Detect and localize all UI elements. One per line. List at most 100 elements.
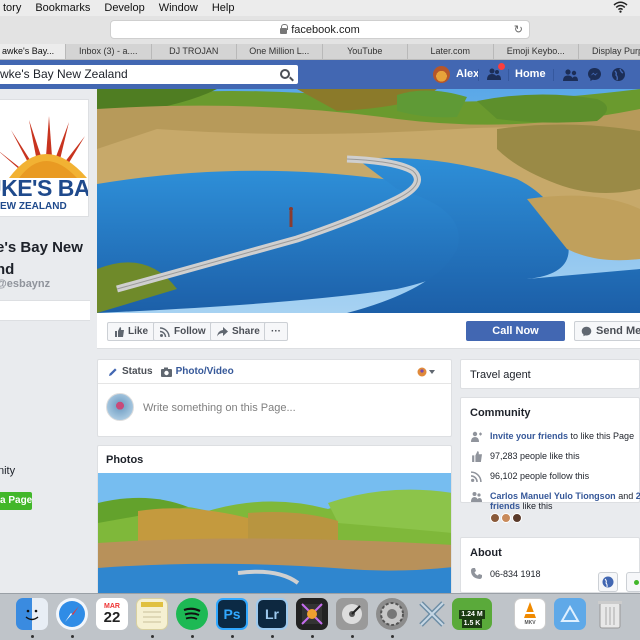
rss-icon	[160, 326, 170, 337]
browser-toolbar: facebook.com ↻	[0, 16, 640, 44]
tab-dj-trojan[interactable]: DJ TROJAN	[152, 44, 237, 59]
tab-status[interactable]: Status	[98, 366, 153, 377]
photo-thumbnail[interactable]	[98, 473, 452, 595]
download-rate: 1.5 K	[461, 619, 483, 628]
avatar[interactable]	[512, 513, 522, 523]
upload-rate: 1.24 M	[459, 610, 485, 619]
profile-name[interactable]: Alex	[456, 68, 479, 80]
friends-tail: like this	[520, 501, 553, 511]
notification-badge	[498, 63, 505, 70]
xcode-icon[interactable]	[416, 598, 448, 630]
search-input[interactable]: wke's Bay New Zealand	[0, 65, 298, 84]
friends-count[interactable]: 2	[636, 491, 640, 501]
invite-friends-link[interactable]: Invite your friends	[490, 431, 568, 441]
photos-title[interactable]: Photos	[106, 454, 143, 466]
send-message-button[interactable]: Send Mes	[574, 321, 640, 341]
landscape-photo	[97, 89, 640, 313]
friend-requests-icon[interactable]	[487, 68, 501, 80]
friends-link[interactable]: friends	[490, 501, 520, 511]
audience-selector-icon[interactable]	[417, 367, 435, 377]
like-button[interactable]: Like	[107, 322, 156, 341]
friend-name-link[interactable]: Carlos Manuel Yulo Tiongson	[490, 491, 616, 501]
calendar-day: 22	[103, 609, 121, 626]
thumbs-up-icon	[472, 451, 482, 462]
send-message-label: Send Mes	[596, 325, 640, 337]
create-page-button[interactable]: a Page	[0, 492, 32, 510]
home-link[interactable]: Home	[515, 68, 546, 80]
globe-button[interactable]	[598, 572, 618, 592]
applications-folder-icon[interactable]	[554, 598, 586, 630]
status-button[interactable]	[626, 572, 640, 592]
address-bar[interactable]: facebook.com ↻	[110, 20, 530, 39]
system-preferences-icon[interactable]	[376, 598, 408, 630]
call-now-button[interactable]: Call Now	[466, 321, 565, 341]
trash-icon[interactable]	[594, 598, 626, 630]
avatar[interactable]	[501, 513, 511, 523]
tab-one-million[interactable]: One Million L...	[237, 44, 323, 59]
friends-like-row: Carlos Manuel Yulo Tiongson and 2 friend…	[471, 491, 640, 523]
share-arrow-icon	[217, 326, 228, 336]
tab-inbox[interactable]: Inbox (3) - a....	[66, 44, 152, 59]
calendar-icon[interactable]: MAR 22	[96, 598, 128, 630]
tab-later[interactable]: Later.com	[408, 44, 494, 59]
menu-window[interactable]: Window	[152, 2, 205, 14]
page-sidebar: UKE'S BAY EW ZEALAND e's Bay New nd @esb…	[0, 89, 95, 589]
search-value: wke's Bay New Zealand	[0, 67, 128, 81]
cover-photo[interactable]	[97, 89, 640, 313]
network-monitor-widget[interactable]: 1.24 M 1.5 K	[452, 598, 492, 630]
composer-input[interactable]: Write something on this Page...	[143, 402, 296, 414]
tab-emoji-keyboard[interactable]: Emoji Keybo...	[494, 44, 579, 59]
wifi-icon[interactable]	[613, 1, 628, 13]
community-title[interactable]: Community	[470, 407, 531, 419]
menu-history[interactable]: tory	[0, 2, 28, 14]
follows-count: 96,102 people follow this	[490, 471, 590, 481]
follow-button[interactable]: Follow	[153, 322, 213, 341]
spotify-icon[interactable]	[176, 598, 208, 630]
avatar[interactable]	[433, 66, 450, 83]
tab-hawkes-bay[interactable]: awke's Bay...	[0, 44, 66, 59]
search-icon[interactable]	[280, 69, 290, 79]
composer-body[interactable]: Write something on this Page...	[98, 384, 451, 436]
page-category[interactable]: Travel agent	[470, 369, 531, 381]
facebook-header: wke's Bay New Zealand Alex Home	[0, 60, 640, 89]
menubar: tory Bookmarks Develop Window Help	[0, 0, 640, 16]
profile-picture[interactable]: UKE'S BAY EW ZEALAND	[0, 99, 89, 217]
finder-icon[interactable]	[16, 598, 48, 630]
page-action-bar: Like Follow Share ··· Call Now Send Mes	[97, 313, 640, 349]
notes-icon[interactable]	[136, 598, 168, 630]
safari-icon[interactable]	[56, 598, 88, 630]
about-title[interactable]: About	[470, 547, 502, 559]
menu-help[interactable]: Help	[205, 2, 242, 14]
phone-icon	[471, 568, 482, 579]
lightroom-icon[interactable]: Lr	[256, 598, 288, 630]
like-label: Like	[128, 326, 149, 337]
friends-icon[interactable]	[563, 67, 578, 82]
tab-photo-video[interactable]: Photo/Video	[153, 366, 234, 377]
running-indicator	[151, 635, 154, 638]
final-cut-icon[interactable]	[296, 598, 328, 630]
post-composer: Status Photo/Video Write something on th…	[97, 359, 452, 437]
phone-number[interactable]: 06-834 1918	[490, 569, 541, 579]
vlc-file-icon[interactable]: MKV	[514, 598, 546, 630]
likes-count: 97,283 people like this	[490, 451, 580, 461]
tab-bar: awke's Bay... Inbox (3) - a.... DJ TROJA…	[0, 44, 640, 60]
invite-row: Invite your friends to like this Page	[471, 431, 640, 442]
more-options-button[interactable]: ···	[264, 322, 288, 341]
tab-youtube[interactable]: YouTube	[323, 44, 408, 59]
menu-develop[interactable]: Develop	[97, 2, 151, 14]
page-username[interactable]: @esbaynz	[0, 278, 50, 290]
running-indicator	[391, 635, 394, 638]
sidebar-item-community[interactable]: nity	[0, 465, 15, 477]
share-button[interactable]: Share	[210, 322, 267, 341]
disk-utility-icon[interactable]	[336, 598, 368, 630]
globe-icon[interactable]	[611, 67, 626, 82]
photos-card: Photos	[97, 445, 452, 595]
reload-icon[interactable]: ↻	[514, 23, 523, 36]
avatar[interactable]	[490, 513, 500, 523]
menu-bookmarks[interactable]: Bookmarks	[28, 2, 97, 14]
photoshop-icon[interactable]: Ps	[216, 598, 248, 630]
messenger-icon[interactable]	[587, 67, 602, 82]
page-title[interactable]: e's Bay New nd	[0, 237, 96, 281]
page-nav-item[interactable]	[0, 300, 90, 321]
tab-display-purp[interactable]: Display Purp...	[579, 44, 640, 59]
